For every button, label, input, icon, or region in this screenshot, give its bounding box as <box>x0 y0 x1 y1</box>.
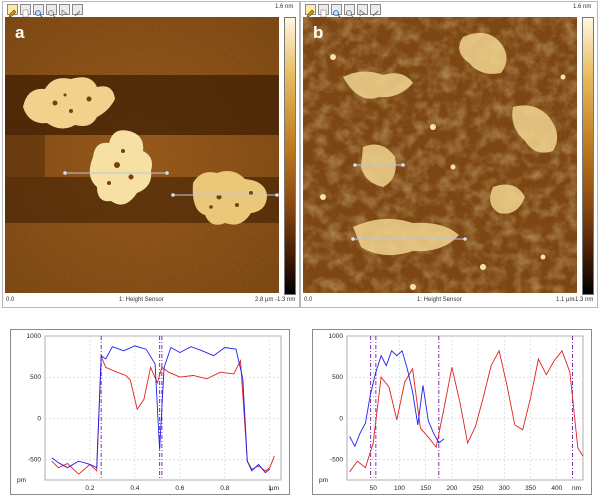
y-axis-unit: pm <box>319 477 328 484</box>
cursor-icon[interactable] <box>59 4 70 17</box>
x-tick-label: 0.8 <box>220 485 229 492</box>
x-tick-label: 200 <box>446 485 457 492</box>
x-tick-label: 0.4 <box>130 485 139 492</box>
x-tick-label: 350 <box>525 485 536 492</box>
x-tick-label: 50 <box>370 485 378 492</box>
y-tick-label: 500 <box>332 374 343 381</box>
x-tick-label: 0.2 <box>85 485 94 492</box>
y-tick-label: 500 <box>30 374 41 381</box>
afm-image-a: a <box>5 17 279 293</box>
y-tick-label: 0 <box>37 415 41 422</box>
zoom-out-icon[interactable] <box>46 4 57 18</box>
x-tick-label: 400 <box>551 485 562 492</box>
zoom-in-icon[interactable] <box>33 4 44 18</box>
panel-label-a: a <box>15 23 25 42</box>
zoom-out-icon[interactable] <box>344 4 355 18</box>
height-profile-chart-a: 1000 500 0 -500 0.2 0.4 0.6 0.8 1 pm µm <box>10 329 290 495</box>
x-axis-unit: µm <box>270 485 279 492</box>
pencil-icon[interactable] <box>7 4 18 18</box>
channel-label-a: 1: Height Sensor <box>119 297 164 303</box>
x-start-label-a: 0.0 <box>6 297 15 303</box>
x-tick-label: 150 <box>420 485 431 492</box>
x-end-label-b: 1.1 µm <box>556 297 575 303</box>
page-icon[interactable] <box>20 4 31 18</box>
afm-panel-a: a 1.6 nm -1.3 nm 0.0 1: Height Sensor 2.… <box>2 1 300 308</box>
toolbar-b <box>305 4 381 18</box>
z-max-label-b: 1.6 nm <box>573 4 592 10</box>
y-tick-label: 0 <box>339 415 343 422</box>
y-tick-label: 1000 <box>27 333 42 340</box>
y-tick-label: 1000 <box>329 333 344 340</box>
color-scale-bar-a <box>284 17 296 295</box>
color-scale-bar-b <box>582 17 594 295</box>
x-tick-label: 0.6 <box>175 485 184 492</box>
y-tick-label: -500 <box>330 456 343 463</box>
x-tick-label: 250 <box>473 485 484 492</box>
y-axis-unit: pm <box>17 477 26 484</box>
z-min-label-a: -1.3 nm <box>275 297 296 303</box>
z-min-label-b: -1.3 nm <box>573 297 594 303</box>
y-tick-label: -500 <box>28 456 41 463</box>
tool-icon[interactable] <box>370 4 381 17</box>
plot-area <box>44 335 282 481</box>
x-end-label-a: 2.8 µm <box>255 297 274 303</box>
z-max-label-a: 1.6 nm <box>275 4 294 10</box>
panel-label-b: b <box>313 23 324 42</box>
pencil-icon[interactable] <box>305 4 316 18</box>
channel-label-b: 1: Height Sensor <box>417 297 462 303</box>
profile-plot-a: 10005000-5000.2 0.4 0.6 0.8 1pmµm <box>17 333 282 492</box>
x-start-label-b: 0.0 <box>304 297 313 303</box>
afm-panel-b: b 1.6 nm -1.3 nm 0.0 1: Height Sensor 1.… <box>300 1 598 308</box>
cursor-icon[interactable] <box>357 4 368 17</box>
page-icon[interactable] <box>318 4 329 18</box>
afm-image-b: b <box>303 17 577 293</box>
profile-plot-b: 1000 500 0 -500 50 100 150 200 250 300 350 400 pm nm <box>319 333 584 492</box>
toolbar-a <box>7 4 83 18</box>
x-axis-unit: nm <box>572 485 581 492</box>
x-tick-label: 100 <box>394 485 405 492</box>
x-tick-label: 300 <box>499 485 510 492</box>
height-profile-chart-b: 1000 500 0 -500 50 100 150 200 250 300 350 400 pm nm <box>312 329 592 495</box>
tool-icon[interactable] <box>72 4 83 17</box>
zoom-in-icon[interactable] <box>331 4 342 18</box>
